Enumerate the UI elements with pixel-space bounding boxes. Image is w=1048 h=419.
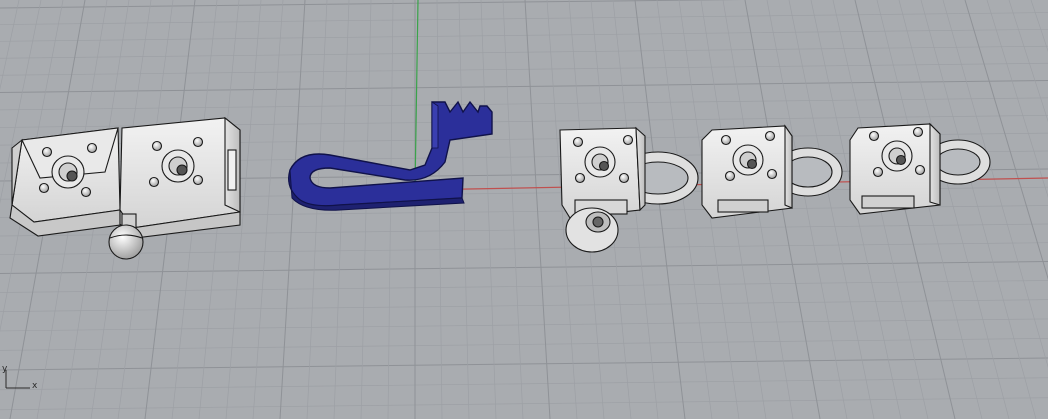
perspective-viewport[interactable]: y x	[0, 0, 1048, 419]
blue-hook-part[interactable]	[288, 100, 493, 211]
double-cube-with-ball[interactable]	[9, 116, 241, 260]
ball-joint	[108, 224, 144, 260]
axis-widget-y-label: y	[2, 364, 8, 374]
cube-with-ring-1[interactable]	[559, 126, 699, 253]
axis-widget-x-label: x	[32, 381, 38, 391]
cube-with-ring-3[interactable]	[849, 122, 991, 215]
viewport-canvas[interactable]	[0, 0, 1048, 419]
cube-with-ring-2[interactable]	[701, 124, 843, 219]
